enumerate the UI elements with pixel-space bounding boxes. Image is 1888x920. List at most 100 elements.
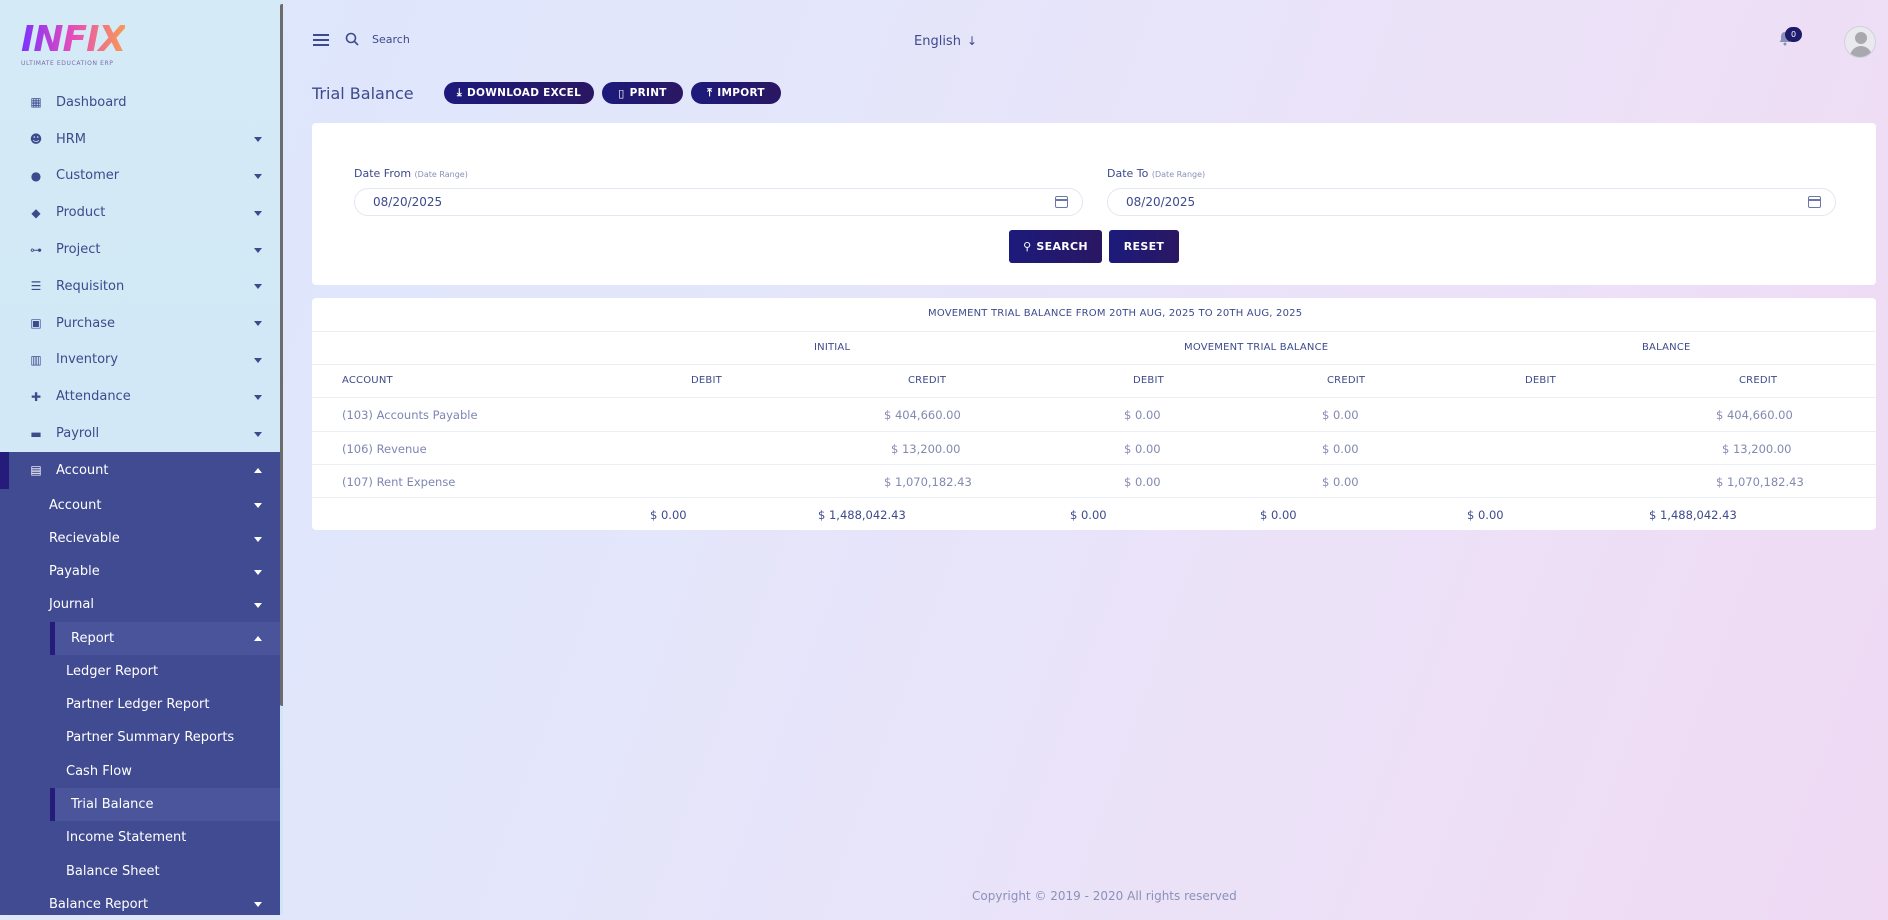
user-icon: ●: [30, 168, 42, 183]
submenu-report[interactable]: Report: [50, 621, 280, 655]
caret-down-icon: [254, 284, 262, 290]
total-cell: $ 0.00: [1260, 508, 1297, 522]
sidebar-item-inventory[interactable]: ▥ Inventory: [0, 342, 280, 379]
calculator-icon: ▤: [30, 463, 42, 478]
menu-ledger-report[interactable]: Ledger Report: [0, 655, 280, 688]
label-hint: (Date Range): [414, 170, 468, 179]
balance-credit-cell: $ 13,200.00: [1722, 442, 1792, 456]
notification-badge: 0: [1785, 27, 1802, 42]
column-header: CREDIT: [1327, 375, 1366, 386]
caret-down-icon: [254, 569, 262, 575]
grid-icon: ▦: [30, 95, 42, 110]
search-button[interactable]: ⚲ SEARCH: [1009, 230, 1102, 263]
date-to-input[interactable]: 08/20/2025: [1107, 188, 1836, 216]
sidebar: INFIX ULTIMATE EDUCATION ERP ▦ Dashboard…: [0, 0, 283, 915]
submenu-journal[interactable]: Journal: [0, 588, 280, 621]
avatar[interactable]: [1844, 26, 1876, 58]
menu-cash-flow[interactable]: Cash Flow: [0, 755, 280, 788]
menu-trial-balance[interactable]: Trial Balance: [50, 787, 280, 822]
submenu-label: Report: [71, 630, 115, 646]
submenu-payable[interactable]: Payable: [0, 555, 280, 588]
sidebar-item-label: Payroll: [56, 426, 100, 442]
account-cell[interactable]: (107) Rent Expense: [342, 475, 455, 489]
sidebar-item-product[interactable]: ◆ Product: [0, 194, 280, 231]
caret-down-icon: [254, 247, 262, 253]
button-label: PRINT: [629, 87, 667, 99]
barcode-icon: ▥: [30, 352, 42, 367]
download-excel-button[interactable]: ⤓ DOWNLOAD EXCEL: [444, 82, 594, 104]
caret-down-icon: [254, 173, 262, 179]
date-from-input[interactable]: 08/20/2025: [354, 188, 1083, 216]
button-label: IMPORT: [717, 87, 765, 99]
book-icon: ▯: [618, 86, 625, 100]
import-button[interactable]: ⤒ IMPORT: [691, 82, 781, 104]
submenu-balance-report[interactable]: Balance Report: [0, 888, 280, 915]
account-cell[interactable]: (103) Accounts Payable: [342, 408, 478, 422]
upload-icon: ⤒: [707, 86, 713, 99]
print-button[interactable]: ▯ PRINT: [602, 82, 683, 104]
search-icon[interactable]: [345, 32, 359, 46]
footer-copyright: Copyright © 2019 - 2020 All rights reser…: [972, 889, 1237, 903]
balance-credit-cell: $ 404,660.00: [1716, 408, 1793, 422]
sidebar-item-hrm[interactable]: ☻ HRM: [0, 121, 280, 158]
submenu-label: Balance Report: [49, 896, 149, 912]
date-to-label: Date To (Date Range): [1107, 167, 1205, 180]
arrow-down-icon: ↓: [966, 34, 978, 48]
sidebar-item-label: Account: [56, 462, 109, 478]
movement-debit-cell: $ 0.00: [1124, 408, 1161, 422]
menu-partner-ledger-report[interactable]: Partner Ledger Report: [0, 688, 280, 721]
column-header: DEBIT: [1133, 375, 1164, 386]
search-input[interactable]: Search: [372, 33, 410, 46]
sidebar-item-requisiton[interactable]: ☰ Requisiton: [0, 268, 280, 305]
page-title: Trial Balance: [312, 84, 414, 103]
logo[interactable]: INFIX ULTIMATE EDUCATION ERP: [21, 22, 126, 68]
table-group-row: INITIAL MOVEMENT TRIAL BALANCE BALANCE: [312, 332, 1876, 365]
submenu-label: Recievable: [49, 531, 120, 547]
sidebar-item-payroll[interactable]: ▬ Payroll: [0, 415, 280, 452]
cart-icon: ▣: [30, 316, 42, 331]
menu-label: Income Statement: [66, 830, 187, 846]
menu-balance-sheet[interactable]: Balance Sheet: [0, 854, 280, 887]
reset-button[interactable]: RESET: [1109, 230, 1179, 263]
total-cell: $ 0.00: [650, 508, 687, 522]
user-plus-icon: ✚: [30, 389, 42, 404]
sidebar-item-account[interactable]: ▤ Account: [0, 451, 280, 489]
sidebar-item-label: Dashboard: [56, 94, 127, 110]
table-row: (103) Accounts Payable $ 404,660.00 $ 0.…: [312, 398, 1876, 432]
filter-card: Date From (Date Range) 08/20/2025 Date T…: [312, 123, 1876, 285]
menu-income-statement[interactable]: Income Statement: [0, 821, 280, 854]
calendar-icon[interactable]: [1808, 196, 1821, 208]
sidebar-item-dashboard[interactable]: ▦ Dashboard: [0, 84, 280, 121]
initial-credit-cell: $ 404,660.00: [884, 408, 961, 422]
menu-label: Partner Ledger Report: [66, 697, 210, 713]
top-header: Search English ↓ 0: [283, 0, 1888, 80]
sidebar-item-label: Purchase: [56, 315, 116, 331]
submenu-account[interactable]: Account: [0, 489, 280, 522]
group-header: MOVEMENT TRIAL BALANCE: [1184, 342, 1329, 353]
menu-toggle-icon[interactable]: [313, 34, 329, 49]
date-to-value: 08/20/2025: [1126, 195, 1196, 209]
initial-credit-cell: $ 1,070,182.43: [884, 475, 972, 489]
sidebar-scrollbar[interactable]: [280, 4, 283, 706]
movement-credit-cell: $ 0.00: [1322, 442, 1359, 456]
account-cell[interactable]: (106) Revenue: [342, 442, 427, 456]
movement-debit-cell: $ 0.00: [1124, 475, 1161, 489]
group-header: BALANCE: [1642, 342, 1691, 353]
submenu-label: Account: [49, 497, 102, 513]
language-select[interactable]: English ↓: [914, 34, 977, 49]
sidebar-item-project[interactable]: ⊶ Project: [0, 231, 280, 268]
language-label: English: [914, 34, 961, 49]
sidebar-item-customer[interactable]: ● Customer: [0, 158, 280, 195]
menu-partner-summary-reports[interactable]: Partner Summary Reports: [0, 721, 280, 754]
sidebar-item-attendance[interactable]: ✚ Attendance: [0, 378, 280, 415]
menu-label: Ledger Report: [66, 663, 159, 679]
calendar-icon[interactable]: [1055, 196, 1068, 208]
caret-down-icon: [254, 321, 262, 327]
caret-down-icon: [254, 602, 262, 608]
menu-label: Partner Summary Reports: [66, 730, 235, 746]
caret-down-icon: [254, 210, 262, 216]
sidebar-item-purchase[interactable]: ▣ Purchase: [0, 305, 280, 342]
submenu-recievable[interactable]: Recievable: [0, 522, 280, 555]
button-label: DOWNLOAD EXCEL: [467, 87, 582, 99]
caret-down-icon: [254, 137, 262, 143]
